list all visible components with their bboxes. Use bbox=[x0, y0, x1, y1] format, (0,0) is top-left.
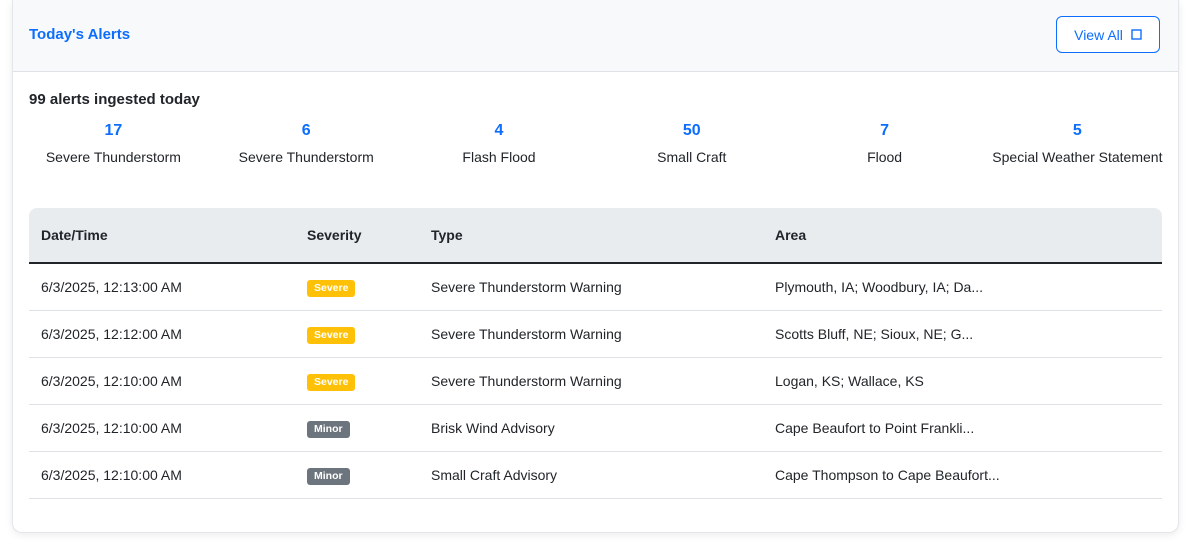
cell-area: Cape Beaufort to Point Frankli... bbox=[763, 404, 1162, 452]
cell-area: Plymouth, IA; Woodbury, IA; Da... bbox=[763, 263, 1162, 311]
stat-label: Severe Thunderstorm bbox=[238, 149, 374, 165]
stat-count: 7 bbox=[880, 122, 890, 139]
stat-label: Small Craft bbox=[657, 149, 727, 165]
stat-item[interactable]: 17 Severe Thunderstorm bbox=[17, 121, 210, 170]
table-row[interactable]: 6/3/2025, 12:10:00 AM Minor Small Craft … bbox=[29, 451, 1162, 499]
cell-type: Small Craft Advisory bbox=[419, 451, 763, 499]
external-link-icon bbox=[1131, 29, 1142, 40]
cell-datetime: 6/3/2025, 12:10:00 AM bbox=[29, 451, 295, 499]
cell-datetime: 6/3/2025, 12:13:00 AM bbox=[29, 263, 295, 311]
cell-type: Severe Thunderstorm Warning bbox=[419, 357, 763, 405]
stat-item[interactable]: 6 Severe Thunderstorm bbox=[210, 121, 403, 170]
stat-count: 17 bbox=[104, 122, 123, 139]
cell-datetime: 6/3/2025, 12:12:00 AM bbox=[29, 310, 295, 358]
cell-severity: Severe bbox=[295, 310, 419, 358]
card-header: Today's Alerts View All bbox=[13, 0, 1178, 72]
stat-item[interactable]: 5 Special Weather Statement bbox=[981, 121, 1174, 170]
table-row[interactable]: 6/3/2025, 12:13:00 AM Severe Severe Thun… bbox=[29, 263, 1162, 311]
cell-severity: Minor bbox=[295, 451, 419, 499]
column-header-area: Area bbox=[763, 208, 1162, 264]
cell-datetime: 6/3/2025, 12:10:00 AM bbox=[29, 357, 295, 405]
cell-type: Severe Thunderstorm Warning bbox=[419, 310, 763, 358]
severity-badge: Severe bbox=[307, 373, 356, 391]
todays-alerts-card: Today's Alerts View All 99 alerts ingest… bbox=[12, 0, 1179, 533]
stat-count: 5 bbox=[1072, 122, 1082, 139]
stat-item[interactable]: 50 Small Craft bbox=[595, 121, 788, 170]
table-row[interactable]: 6/3/2025, 12:10:00 AM Severe Severe Thun… bbox=[29, 357, 1162, 405]
table-header-row: Date/Time Severity Type Area bbox=[29, 208, 1162, 264]
stat-item[interactable]: 4 Flash Flood bbox=[403, 121, 596, 170]
cell-area: Scotts Bluff, NE; Sioux, NE; G... bbox=[763, 310, 1162, 358]
stat-label: Severe Thunderstorm bbox=[45, 149, 181, 165]
cell-area: Logan, KS; Wallace, KS bbox=[763, 357, 1162, 405]
severity-badge: Minor bbox=[307, 467, 350, 485]
stat-label: Flash Flood bbox=[462, 149, 536, 165]
cell-severity: Severe bbox=[295, 357, 419, 405]
cell-datetime: 6/3/2025, 12:10:00 AM bbox=[29, 404, 295, 452]
stat-count: 50 bbox=[682, 122, 701, 139]
view-all-label: View All bbox=[1074, 26, 1123, 43]
cell-severity: Minor bbox=[295, 404, 419, 452]
column-header-severity: Severity bbox=[295, 208, 419, 264]
stats-row: 17 Severe Thunderstorm 6 Severe Thunders… bbox=[17, 121, 1174, 170]
summary-title: 99 alerts ingested today bbox=[29, 91, 200, 108]
table-row[interactable]: 6/3/2025, 12:12:00 AM Severe Severe Thun… bbox=[29, 310, 1162, 358]
view-all-button[interactable]: View All bbox=[1056, 16, 1160, 53]
column-header-type: Type bbox=[419, 208, 763, 264]
column-header-datetime: Date/Time bbox=[29, 208, 295, 264]
stat-label: Special Weather Statement bbox=[992, 149, 1163, 165]
table-row[interactable]: 6/3/2025, 12:10:00 AM Minor Brisk Wind A… bbox=[29, 404, 1162, 452]
cell-area: Cape Thompson to Cape Beaufort... bbox=[763, 451, 1162, 499]
stat-label: Flood bbox=[867, 149, 903, 165]
alerts-table: Date/Time Severity Type Area 6/3/2025, 1… bbox=[29, 208, 1162, 499]
cell-severity: Severe bbox=[295, 263, 419, 311]
stat-item[interactable]: 7 Flood bbox=[788, 121, 981, 170]
severity-badge: Minor bbox=[307, 420, 350, 438]
stat-count: 6 bbox=[301, 122, 311, 139]
severity-badge: Severe bbox=[307, 326, 356, 344]
alerts-table-wrapper: Date/Time Severity Type Area 6/3/2025, 1… bbox=[29, 208, 1162, 499]
card-title: Today's Alerts bbox=[29, 26, 131, 43]
severity-badge: Severe bbox=[307, 279, 356, 297]
stat-count: 4 bbox=[494, 122, 504, 139]
cell-type: Brisk Wind Advisory bbox=[419, 404, 763, 452]
cell-type: Severe Thunderstorm Warning bbox=[419, 263, 763, 311]
